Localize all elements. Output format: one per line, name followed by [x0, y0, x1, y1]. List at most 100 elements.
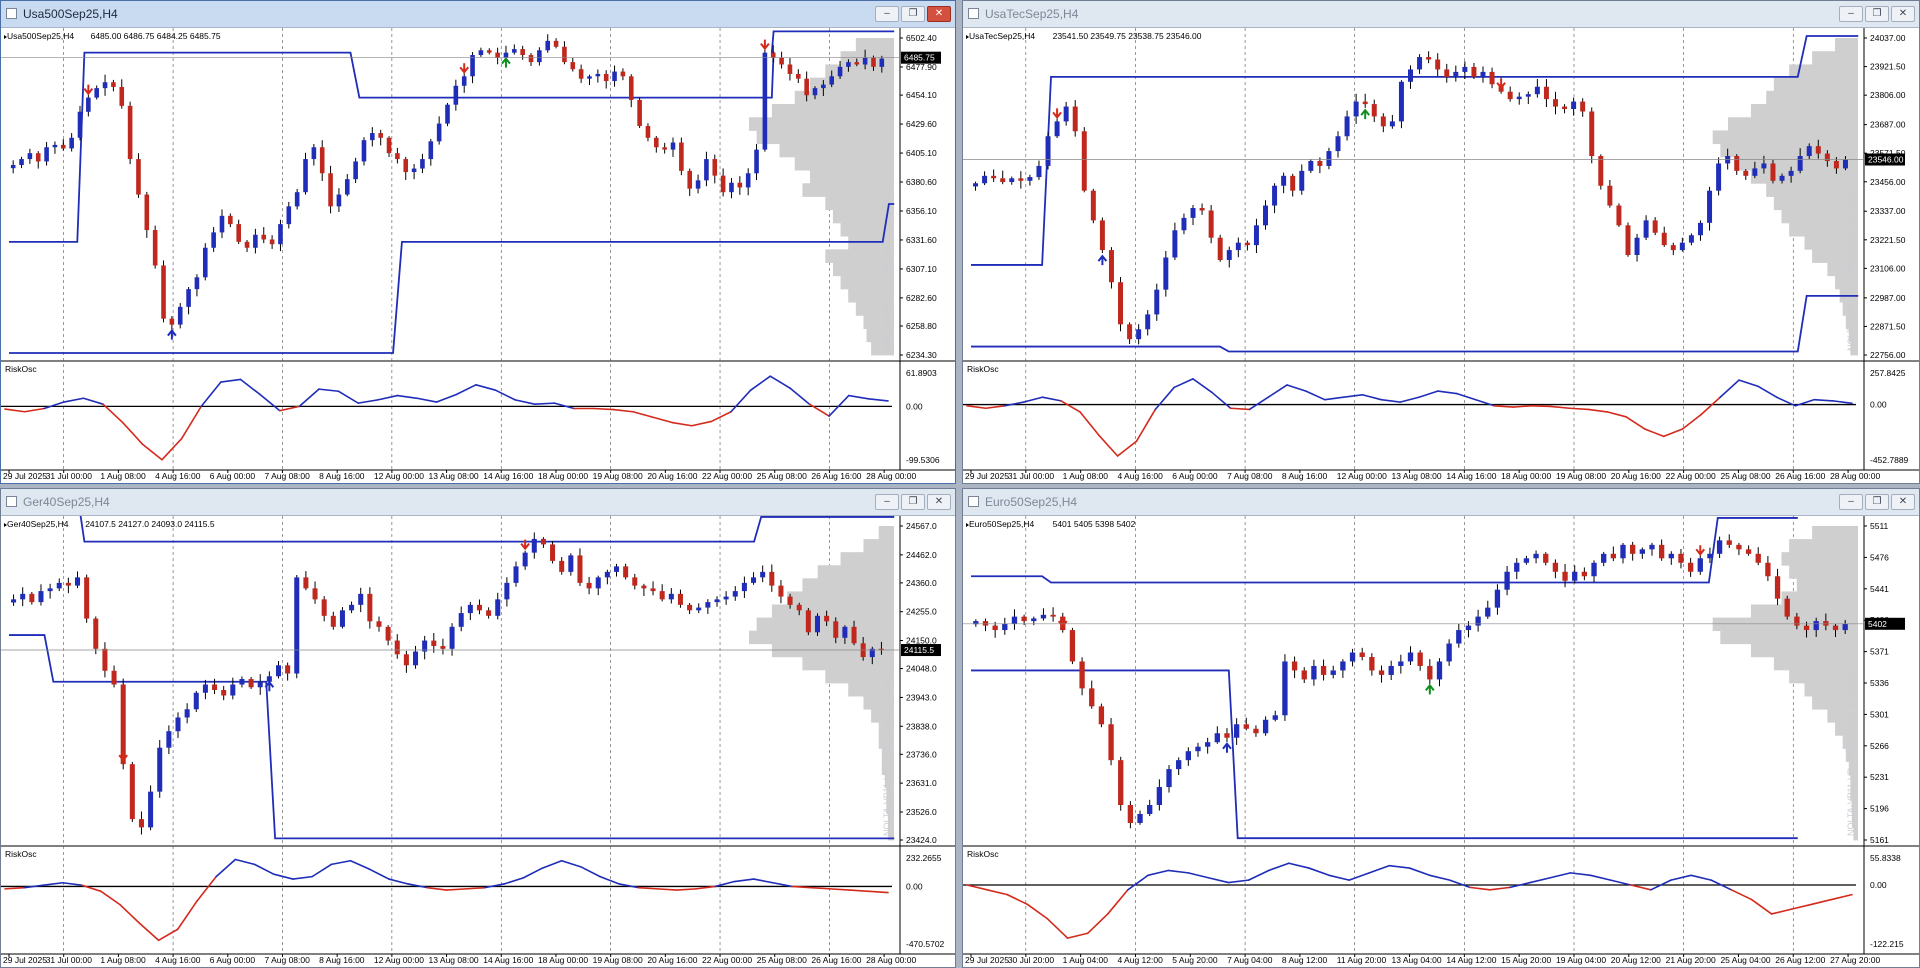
oscillator-segment	[1305, 390, 1326, 401]
candle-body	[1118, 760, 1124, 806]
candle-body	[1658, 544, 1665, 559]
candle-body	[1156, 787, 1163, 806]
candle-body	[712, 159, 718, 176]
candle-body	[211, 232, 216, 248]
window-titlebar[interactable]: UsaTecSep25,H4 – ❐ ✕	[963, 1, 1919, 28]
time-tick-label: 28 Aug 00:00	[866, 471, 916, 481]
window-titlebar[interactable]: Euro50Sep25,H4 – ❐ ✕	[963, 489, 1919, 516]
candle-body	[1668, 553, 1674, 559]
time-tick-label: 1 Aug 04:00	[1063, 955, 1109, 965]
candle-body	[1444, 69, 1450, 77]
oscillator-segment	[1308, 867, 1330, 877]
candle-body	[1021, 616, 1027, 622]
candle-body	[503, 52, 509, 58]
window-titlebar[interactable]: Usa500Sep25,H4 – ❐ ✕	[1, 1, 955, 28]
minimize-button[interactable]: –	[1839, 6, 1863, 22]
time-tick-label: 13 Aug 04:00	[1392, 955, 1442, 965]
chart-plot-area[interactable]: NOLTA-VP11-VP · PREVIOUS: 34 DAYS 24567.0…	[1, 516, 955, 967]
chart-window-dax[interactable]: Ger40Sep25,H4 – ❐ ✕ NOLTA-VP11-VP · PREVIOUS…	[0, 488, 956, 968]
candle-body	[871, 57, 876, 67]
time-tick-label: 1 Aug 08:00	[1063, 471, 1109, 481]
volume-profile-label: NOLTA-VP11-VP · PREVIOUS: 34 DAYS	[1846, 672, 1856, 836]
time-tick-label: 8 Aug 12:00	[1282, 955, 1328, 965]
close-button[interactable]: ✕	[1891, 494, 1915, 510]
close-button[interactable]: ✕	[1891, 6, 1915, 22]
close-button[interactable]: ✕	[927, 494, 951, 510]
chart-canvas[interactable]: NOLTA-VP11-VP · PREVIOUS: 34 DAYS 24567.0…	[1, 516, 955, 968]
chart-info-symbol: Euro50Sep25,H4	[969, 519, 1034, 529]
candle-body	[1475, 616, 1481, 626]
candle-body	[1253, 225, 1259, 246]
candle-body	[1335, 136, 1341, 152]
oscillator-segment	[1738, 379, 1759, 388]
time-tick-label: 11 Aug 20:00	[1337, 955, 1387, 965]
restore-button[interactable]: ❐	[901, 494, 925, 510]
candle-body	[60, 144, 66, 149]
candle-body	[1317, 160, 1323, 166]
time-tick-label: 4 Aug 12:00	[1117, 955, 1163, 965]
chart-window-ndx[interactable]: UsaTecSep25,H4 – ❐ ✕ NOLTA-VP11-VP · PREVIOU…	[962, 0, 1920, 484]
time-tick-label: 29 Jul 2025	[3, 471, 47, 481]
candle-body	[84, 577, 90, 619]
close-button[interactable]: ✕	[927, 6, 951, 22]
volume-profile-bar	[779, 143, 894, 158]
candle-body	[1282, 661, 1288, 716]
oscillator-segment	[810, 886, 832, 890]
candle-body	[336, 194, 342, 207]
chart-window-sx5e[interactable]: Euro50Sep25,H4 – ❐ ✕ NOLTA-VP11-VP · PREVIOU…	[962, 488, 1920, 968]
minimize-button[interactable]: –	[875, 6, 899, 22]
oscillator-segment	[253, 863, 275, 875]
chart-window-spx[interactable]: Usa500Sep25,H4 – ❐ ✕ NOLTA-VP11-VP · PREVIOU…	[0, 0, 956, 484]
time-tick-label: 4 Aug 16:00	[1117, 471, 1163, 481]
volume-profile-bar	[1766, 90, 1858, 105]
price-tick-label: 23806.00	[1870, 90, 1906, 100]
oscillator-segment	[733, 878, 755, 883]
candle-body	[29, 593, 35, 603]
chart-plot-area[interactable]: NOLTA-VP11-VP · PREVIOUS: 34 DAYS 5511 547…	[963, 516, 1919, 967]
candle-body	[175, 717, 181, 732]
sell-arrow-icon	[1052, 108, 1062, 119]
window-titlebar[interactable]: Ger40Sep25,H4 – ❐ ✕	[1, 489, 955, 516]
oscillator-segment	[1167, 869, 1190, 874]
restore-button[interactable]: ❐	[1865, 6, 1889, 22]
restore-button[interactable]: ❐	[1865, 494, 1889, 510]
chart-canvas[interactable]: NOLTA-VP11-VP · PREVIOUS: 34 DAYS6502.40…	[1, 28, 955, 484]
candle-body	[705, 602, 711, 608]
candle-body	[148, 791, 154, 828]
candle-body	[136, 159, 141, 195]
oscillator-segment	[1625, 416, 1646, 430]
chart-canvas[interactable]: NOLTA-VP11-VP · PREVIOUS: 34 DAYS 24037.0…	[963, 28, 1919, 484]
restore-button[interactable]: ❐	[901, 6, 925, 22]
oscillator-segment	[1810, 898, 1833, 906]
candle-body	[65, 582, 71, 586]
oscillator-segment	[1380, 398, 1401, 403]
candle-body	[1598, 156, 1604, 186]
candle-body	[1770, 163, 1776, 181]
volume-profile-bar	[1835, 38, 1858, 52]
buy-arrow-icon	[501, 57, 511, 68]
candle-body	[1639, 549, 1645, 554]
oscillator-segment	[1408, 867, 1431, 877]
candle-body	[431, 640, 437, 647]
candle-body	[1031, 618, 1037, 622]
oscillator-segment	[1529, 876, 1552, 884]
oscillator-segment	[1757, 385, 1778, 399]
minimize-button[interactable]: –	[1839, 494, 1863, 510]
candle-body	[1471, 66, 1477, 77]
chart-canvas[interactable]: NOLTA-VP11-VP · PREVIOUS: 34 DAYS 5511 547…	[963, 516, 1919, 968]
chart-plot-area[interactable]: NOLTA-VP11-VP · PREVIOUS: 34 DAYS 6502.40…	[1, 28, 955, 483]
oscillator-segment	[1368, 864, 1391, 874]
oscillator-segment	[494, 389, 516, 401]
minimize-button[interactable]: –	[875, 494, 899, 510]
candle-body	[102, 82, 108, 89]
time-tick-label: 7 Aug 08:00	[1227, 471, 1273, 481]
time-tick-label: 26 Aug 16:00	[1775, 471, 1825, 481]
oscillator-segment	[1154, 386, 1175, 411]
oscillator-segment	[867, 398, 889, 402]
chart-plot-area[interactable]: NOLTA-VP11-VP · PREVIOUS: 34 DAYS 24037.0…	[963, 28, 1919, 483]
volume-profile-bar	[878, 526, 894, 540]
oscillator-segment	[239, 378, 261, 396]
candle-body	[745, 173, 751, 188]
candle-body	[760, 571, 766, 578]
oscillator-segment	[357, 399, 379, 404]
